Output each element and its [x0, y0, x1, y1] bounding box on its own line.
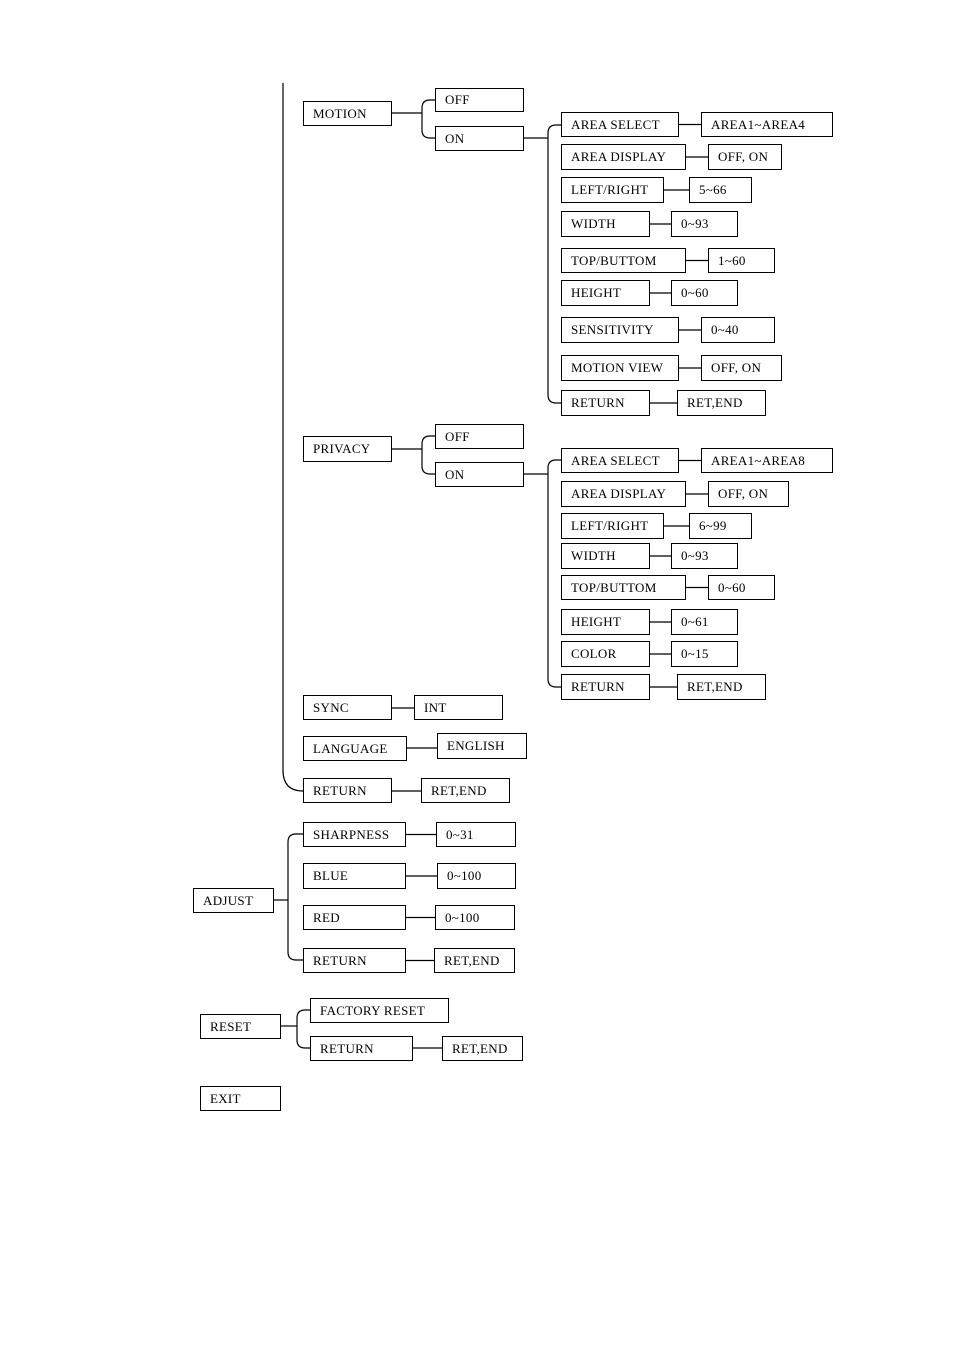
main-spine-line	[282, 83, 304, 792]
motion-node: MOTION	[303, 101, 392, 126]
bracket-line	[547, 124, 561, 404]
motion-item-value: 5~66	[689, 177, 752, 203]
privacy-item-node: TOP/BUTTOM	[561, 575, 686, 600]
bracket-line	[296, 1009, 310, 1049]
privacy-item-value: 0~15	[671, 641, 738, 667]
privacy-item-value: AREA1~AREA8	[701, 448, 833, 473]
motion-item-node: RETURN	[561, 390, 650, 416]
connector-lines	[274, 83, 708, 1049]
sync-node: SYNC	[303, 695, 392, 720]
adjust-item-value: 0~100	[435, 905, 515, 930]
factory-reset-node: FACTORY RESET	[310, 998, 449, 1023]
privacy-on-node: ON	[435, 462, 524, 487]
privacy-item-node: HEIGHT	[561, 609, 650, 635]
privacy-item-value: 0~60	[708, 575, 775, 600]
setup-return-node: RETURN	[303, 778, 392, 803]
motion-item-node: AREA SELECT	[561, 112, 679, 137]
motion-item-value: OFF, ON	[708, 144, 782, 170]
privacy-item-node: COLOR	[561, 641, 650, 667]
adjust-item-value: 0~31	[436, 822, 516, 847]
privacy-item-node: AREA SELECT	[561, 448, 679, 473]
privacy-item-node: WIDTH	[561, 543, 650, 569]
privacy-item-value: 0~61	[671, 609, 738, 635]
sync-value: INT	[414, 695, 503, 720]
reset-node: RESET	[200, 1014, 281, 1039]
bracket-line	[421, 435, 435, 475]
reset-return-node: RETURN	[310, 1036, 413, 1061]
adjust-item-value: 0~100	[437, 863, 516, 889]
adjust-node: ADJUST	[193, 888, 274, 913]
motion-item-node: SENSITIVITY	[561, 317, 679, 343]
privacy-item-node: AREA DISPLAY	[561, 481, 686, 507]
setup-return-value: RET,END	[421, 778, 510, 803]
adjust-item-value: RET,END	[434, 948, 515, 973]
exit-node: EXIT	[200, 1086, 281, 1111]
bracket-line	[421, 99, 435, 139]
language-value: ENGLISH	[437, 733, 527, 759]
motion-item-value: RET,END	[677, 390, 766, 416]
motion-item-node: TOP/BUTTOM	[561, 248, 686, 273]
motion-item-node: LEFT/RIGHT	[561, 177, 664, 203]
motion-item-value: AREA1~AREA4	[701, 112, 833, 137]
adjust-item-node: BLUE	[303, 863, 406, 889]
privacy-node: PRIVACY	[303, 436, 392, 462]
motion-off-node: OFF	[435, 88, 524, 112]
privacy-item-value: RET,END	[677, 674, 766, 700]
motion-item-value: 0~40	[701, 317, 775, 343]
privacy-item-value: 6~99	[689, 513, 752, 539]
adjust-item-node: RETURN	[303, 948, 406, 973]
motion-item-node: HEIGHT	[561, 280, 650, 306]
privacy-item-value: OFF, ON	[708, 481, 789, 507]
menu-tree-diagram: MOTION OFF ON AREA SELECT AREA1~AREA4 AREA DI…	[0, 0, 954, 1351]
privacy-item-value: 0~93	[671, 543, 738, 569]
motion-item-value: OFF, ON	[701, 355, 782, 381]
motion-item-value: 1~60	[708, 248, 775, 273]
motion-item-value: 0~93	[671, 211, 738, 237]
privacy-off-node: OFF	[435, 424, 524, 449]
language-node: LANGUAGE	[303, 736, 407, 761]
bracket-line	[287, 833, 303, 961]
privacy-item-node: LEFT/RIGHT	[561, 513, 664, 539]
adjust-item-node: RED	[303, 905, 406, 930]
motion-on-node: ON	[435, 126, 524, 151]
motion-item-node: WIDTH	[561, 211, 650, 237]
privacy-item-node: RETURN	[561, 674, 650, 700]
motion-item-node: MOTION VIEW	[561, 355, 679, 381]
reset-return-value: RET,END	[442, 1036, 523, 1061]
adjust-item-node: SHARPNESS	[303, 822, 406, 847]
motion-item-value: 0~60	[671, 280, 738, 306]
bracket-line	[547, 459, 561, 688]
motion-item-node: AREA DISPLAY	[561, 144, 686, 170]
